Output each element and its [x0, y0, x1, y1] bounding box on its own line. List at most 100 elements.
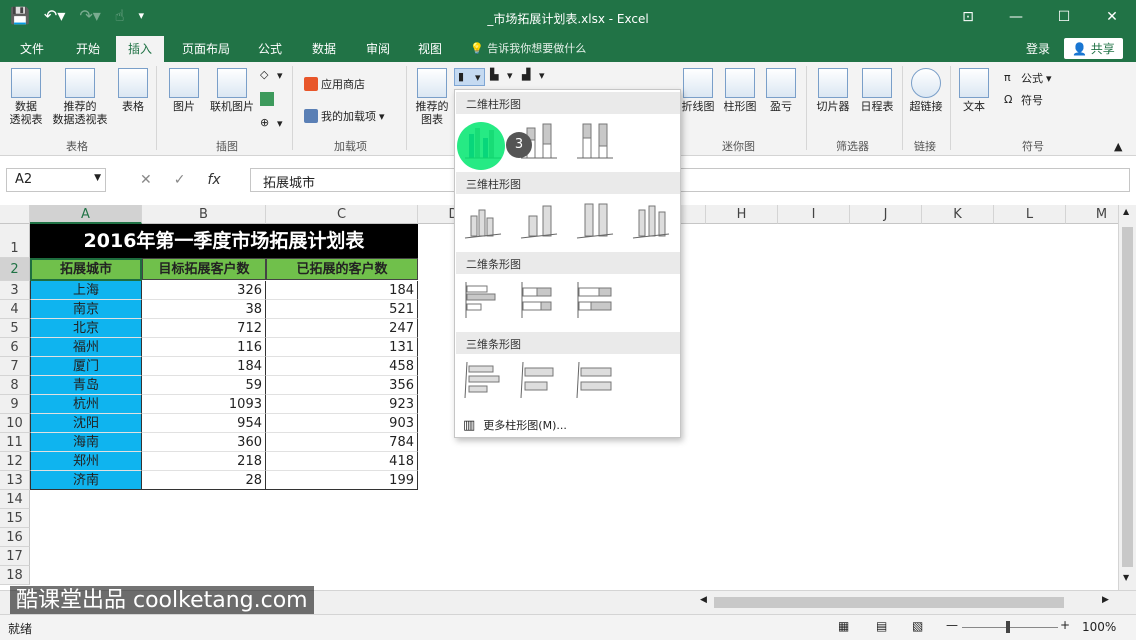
- scroll-right-icon[interactable]: ▶: [1102, 595, 1109, 605]
- sparkline-line-button[interactable]: 折线图: [678, 68, 718, 113]
- column-header-k[interactable]: K: [922, 205, 994, 224]
- cell-city[interactable]: 济南: [30, 471, 142, 490]
- cell-done[interactable]: 784: [266, 433, 418, 452]
- cell-done[interactable]: 923: [266, 395, 418, 414]
- smartart-button[interactable]: [260, 92, 274, 106]
- table-button[interactable]: 表格: [116, 68, 150, 113]
- scroll-up-icon[interactable]: ▲: [1123, 207, 1129, 216]
- cell-city[interactable]: 郑州: [30, 452, 142, 471]
- 3d-clustered-bar-icon[interactable]: [463, 360, 503, 400]
- waterfall-chart-button[interactable]: ▟ ▾: [522, 68, 545, 82]
- online-pictures-button[interactable]: 联机图片: [204, 68, 260, 113]
- cell-target[interactable]: 116: [142, 338, 266, 357]
- column-header-a[interactable]: A: [30, 205, 142, 224]
- tab-home[interactable]: 开始: [76, 40, 100, 57]
- zoom-slider[interactable]: [962, 627, 1058, 628]
- cell-city[interactable]: 上海: [30, 281, 142, 300]
- tab-page-layout[interactable]: 页面布局: [182, 40, 230, 57]
- row-header[interactable]: 2: [0, 258, 30, 281]
- cell-target[interactable]: 218: [142, 452, 266, 471]
- cell-target[interactable]: 38: [142, 300, 266, 319]
- select-all-corner[interactable]: [0, 205, 30, 224]
- tell-me-input[interactable]: 💡 告诉我你想要做什么: [470, 40, 586, 56]
- equation-button[interactable]: π 公式 ▾: [1004, 70, 1052, 86]
- tab-formulas[interactable]: 公式: [258, 40, 282, 57]
- tab-insert[interactable]: 插入: [116, 36, 165, 62]
- row-header[interactable]: 14: [0, 490, 30, 509]
- cell-target[interactable]: 360: [142, 433, 266, 452]
- header-cell-done[interactable]: 已拓展的客户数: [266, 258, 418, 280]
- 3d-column-icon[interactable]: [631, 200, 671, 240]
- text-button[interactable]: 文本: [956, 68, 992, 113]
- cell-city[interactable]: 福州: [30, 338, 142, 357]
- minimize-icon[interactable]: —: [992, 0, 1040, 34]
- percent-stacked-bar-icon[interactable]: [575, 280, 615, 320]
- cell-done[interactable]: 131: [266, 338, 418, 357]
- header-cell-target[interactable]: 目标拓展客户数: [142, 258, 266, 280]
- row-header[interactable]: 15: [0, 509, 30, 528]
- tab-view[interactable]: 视图: [418, 40, 442, 57]
- cell-target[interactable]: 1093: [142, 395, 266, 414]
- slicer-button[interactable]: 切片器: [812, 68, 854, 113]
- cell-city[interactable]: 北京: [30, 319, 142, 338]
- collapse-ribbon-icon[interactable]: ▲: [1114, 140, 1122, 153]
- row-header[interactable]: 3: [0, 281, 30, 300]
- hyperlink-button[interactable]: 超链接: [906, 68, 946, 113]
- name-box[interactable]: A2 ▼: [6, 168, 106, 192]
- recommended-charts-button[interactable]: 推荐的 图表: [412, 68, 452, 126]
- close-icon[interactable]: ✕: [1088, 0, 1136, 34]
- page-layout-view-icon[interactable]: ▤: [876, 619, 887, 633]
- page-break-view-icon[interactable]: ▧: [912, 619, 923, 633]
- pivottable-button[interactable]: 数据 透视表: [6, 68, 46, 126]
- row-header[interactable]: 7: [0, 357, 30, 376]
- cell-city[interactable]: 杭州: [30, 395, 142, 414]
- row-header[interactable]: 13: [0, 471, 30, 490]
- cancel-icon[interactable]: ✕: [140, 172, 152, 188]
- 3d-clustered-column-icon[interactable]: [463, 200, 503, 240]
- 3d-stacked-bar-icon[interactable]: [519, 360, 559, 400]
- row-header[interactable]: 12: [0, 452, 30, 471]
- row-header[interactable]: 8: [0, 376, 30, 395]
- hierarchy-chart-button[interactable]: ▙ ▾: [490, 68, 513, 82]
- cell-target[interactable]: 712: [142, 319, 266, 338]
- percent-stacked-column-icon[interactable]: [575, 120, 615, 160]
- timeline-button[interactable]: 日程表: [856, 68, 898, 113]
- row-header[interactable]: 11: [0, 433, 30, 452]
- row-header[interactable]: 16: [0, 528, 30, 547]
- scroll-down-icon[interactable]: ▼: [1123, 573, 1129, 582]
- cell-city[interactable]: 沈阳: [30, 414, 142, 433]
- row-header[interactable]: 6: [0, 338, 30, 357]
- recommended-pivottable-button[interactable]: 推荐的 数据透视表: [48, 68, 112, 126]
- cell-target[interactable]: 326: [142, 281, 266, 300]
- cell-done[interactable]: 521: [266, 300, 418, 319]
- cell-done[interactable]: 903: [266, 414, 418, 433]
- tab-file[interactable]: 文件: [20, 40, 44, 57]
- cell-target[interactable]: 184: [142, 357, 266, 376]
- pictures-button[interactable]: 图片: [166, 68, 202, 113]
- sparkline-column-button[interactable]: 柱形图: [720, 68, 760, 113]
- column-header-c[interactable]: C: [266, 205, 418, 224]
- column-header-l[interactable]: L: [994, 205, 1066, 224]
- chevron-down-icon[interactable]: ▼: [94, 173, 101, 183]
- header-cell-city[interactable]: 拓展城市: [30, 258, 142, 280]
- cell-done[interactable]: 356: [266, 376, 418, 395]
- symbol-button[interactable]: Ω 符号: [1004, 92, 1043, 108]
- zoom-level[interactable]: 100%: [1082, 620, 1116, 634]
- enter-icon[interactable]: ✓: [174, 172, 186, 188]
- 3d-percent-column-icon[interactable]: [575, 200, 615, 240]
- more-column-charts-item[interactable]: ▥ 更多柱形图(M)...: [463, 417, 567, 433]
- 3d-stacked-column-icon[interactable]: [519, 200, 559, 240]
- row-header[interactable]: 9: [0, 395, 30, 414]
- sparkline-winloss-button[interactable]: 盈亏: [764, 68, 798, 113]
- tab-review[interactable]: 审阅: [366, 40, 390, 57]
- row-header[interactable]: 17: [0, 547, 30, 566]
- cell-city[interactable]: 厦门: [30, 357, 142, 376]
- tab-data[interactable]: 数据: [312, 40, 336, 57]
- stacked-bar-icon[interactable]: [519, 280, 559, 320]
- sheet-title-cell[interactable]: 2016年第一季度市场拓展计划表: [30, 224, 418, 258]
- cell-target[interactable]: 59: [142, 376, 266, 395]
- row-header[interactable]: 18: [0, 566, 30, 585]
- normal-view-icon[interactable]: ▦: [838, 619, 849, 633]
- scroll-thumb[interactable]: [1122, 227, 1133, 567]
- cell-done[interactable]: 418: [266, 452, 418, 471]
